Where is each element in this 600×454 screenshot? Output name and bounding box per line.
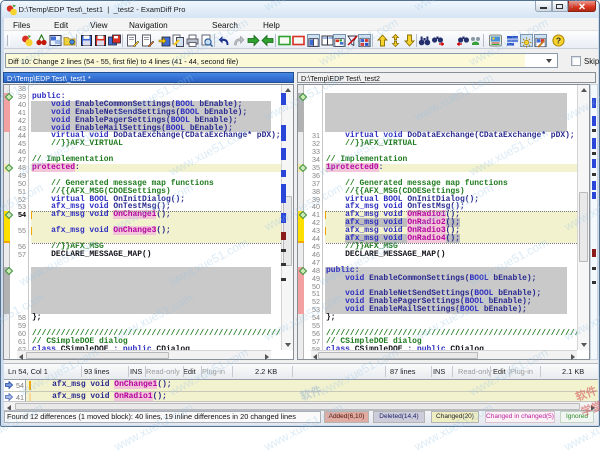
svg-text:?: ? <box>555 35 560 45</box>
